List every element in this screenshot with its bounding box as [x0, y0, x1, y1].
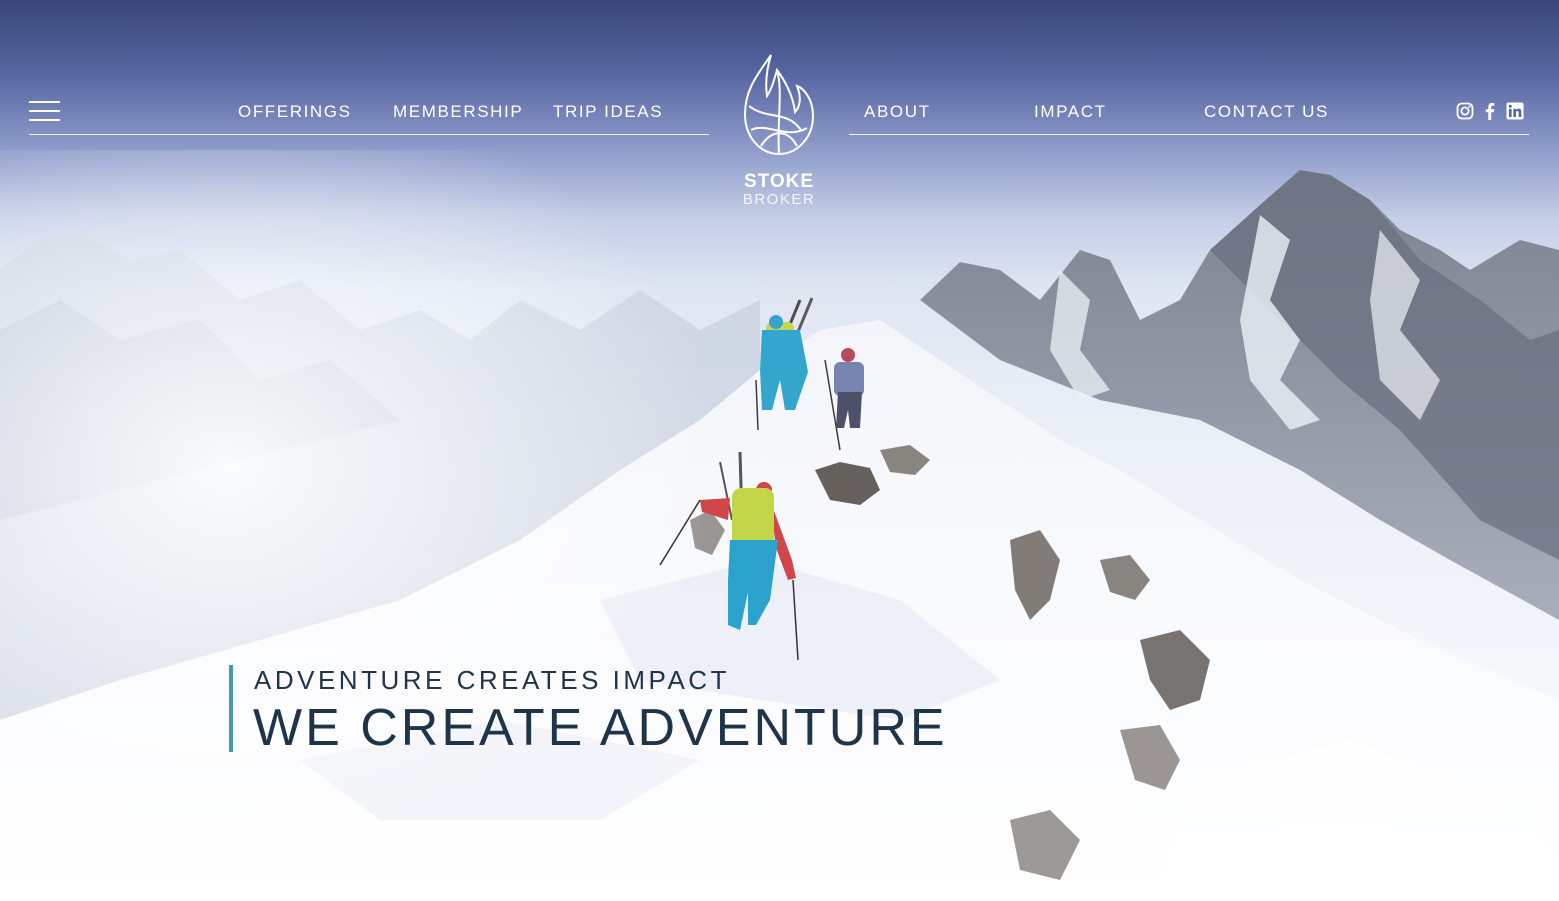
instagram-icon[interactable] — [1456, 102, 1474, 120]
nav-divider-right — [849, 134, 1529, 135]
logo-wordmark-stoke: STOKE — [743, 171, 815, 192]
linkedin-icon[interactable] — [1506, 102, 1524, 120]
hero-title: WE CREATE ADVENTURE — [253, 699, 948, 757]
facebook-icon[interactable] — [1481, 102, 1499, 120]
hamburger-menu-icon[interactable] — [29, 101, 60, 121]
hero-section: OFFERINGS MEMBERSHIP TRIP IDEAS STOKE BR… — [0, 0, 1559, 901]
nav-link-impact[interactable]: IMPACT — [1034, 101, 1107, 123]
nav-link-offerings[interactable]: OFFERINGS — [238, 101, 352, 123]
flame-logo-icon — [743, 54, 815, 156]
nav-link-about[interactable]: ABOUT — [864, 101, 931, 123]
site-logo[interactable]: STOKE BROKER — [737, 50, 821, 208]
tagline-accent-bar — [229, 665, 233, 752]
nav-link-contact-us[interactable]: CONTACT US — [1204, 101, 1329, 123]
nav-link-trip-ideas[interactable]: TRIP IDEAS — [553, 101, 663, 123]
nav-divider-left — [29, 134, 709, 135]
logo-wordmark-broker: BROKER — [742, 191, 816, 208]
hero-subtitle: ADVENTURE CREATES IMPACT — [254, 665, 730, 695]
nav-link-membership[interactable]: MEMBERSHIP — [393, 101, 523, 123]
